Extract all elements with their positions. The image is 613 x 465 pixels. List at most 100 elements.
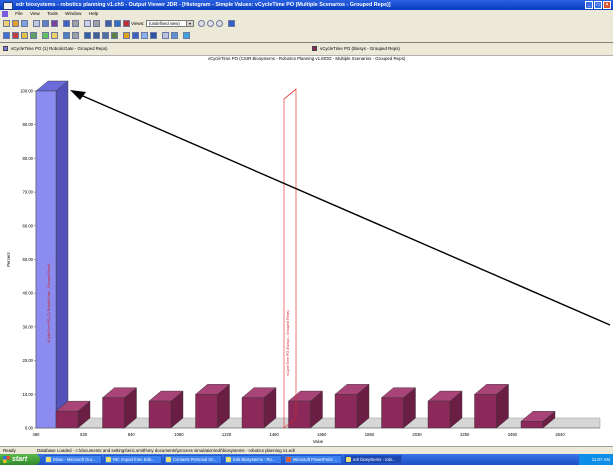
y-tick-label: 60.00: [23, 223, 34, 228]
dropdown-icon[interactable]: [72, 32, 79, 39]
start-label: start: [12, 456, 28, 463]
bar-series2: [241, 397, 265, 429]
taskbar: start Inbox - Microsoft Out... RE: Impor…: [0, 454, 613, 465]
add-icon[interactable]: [42, 32, 49, 39]
print-icon[interactable]: [171, 32, 178, 39]
x-tick-label: 2030: [412, 432, 422, 437]
bar-series2: [520, 421, 544, 429]
histogram-icon[interactable]: [93, 32, 100, 39]
menu-file[interactable]: File: [15, 11, 22, 16]
y-tick-label: 10.00: [23, 392, 34, 397]
bar-series1-side: [55, 80, 69, 429]
pointer-icon[interactable]: [63, 32, 70, 39]
layout-icon[interactable]: [141, 32, 148, 39]
scale-icon[interactable]: [30, 32, 37, 39]
app-icon: [226, 457, 231, 462]
menu-help[interactable]: Help: [89, 11, 98, 16]
task-edit-biosystems[interactable]: Edit Biosystems - Ro...: [224, 455, 282, 464]
minimize-button[interactable]: _: [585, 1, 593, 9]
menu-tools[interactable]: Tools: [47, 11, 58, 16]
stop-icon[interactable]: [123, 20, 130, 27]
bar-series2: [474, 394, 497, 429]
bar-series2: [427, 400, 451, 429]
x-tick-label: 1650: [317, 432, 327, 437]
annotation-label-2: vCycleTime PO (Biosys - Grouped Reps): [286, 310, 290, 375]
folder-icon[interactable]: [12, 20, 19, 27]
task-import[interactable]: RE: Import from Edit...: [104, 455, 162, 464]
line-chart-icon[interactable]: [84, 20, 91, 27]
menu-window[interactable]: Window: [65, 11, 81, 16]
windows-logo-icon: [3, 456, 10, 463]
data-icon[interactable]: [150, 32, 157, 39]
edit-icon[interactable]: [21, 32, 28, 39]
close-button[interactable]: ×: [603, 1, 611, 9]
powerpoint-icon: [286, 457, 291, 462]
system-tray: 11:07 AM: [579, 454, 613, 465]
x-tick-label: 2460: [508, 432, 518, 437]
arrow-head: [70, 90, 86, 100]
bar-series2: [288, 400, 311, 429]
task-label: Contacts Personal Gr...: [173, 457, 217, 462]
legend-icon[interactable]: [132, 32, 139, 39]
menu-view[interactable]: View: [30, 11, 40, 16]
annotation-label-1: vCycleTime PO (1) RoboticGate - Grouped …: [47, 264, 51, 343]
y-tick-label: 80.00: [23, 156, 34, 161]
y-tick-label: 40.00: [23, 291, 34, 296]
status-message: Database Loaded - c:\documents and setti…: [36, 448, 296, 453]
y-tick-label: 50.00: [23, 257, 34, 262]
bar-series2: [381, 397, 404, 429]
filter-icon[interactable]: [12, 32, 19, 39]
chart-window: vCycleTime PO (1) RoboticGate - Grouped …: [0, 42, 613, 447]
bar-series2: [195, 394, 218, 429]
start-button[interactable]: start: [0, 454, 40, 465]
reference-bar-outline: [283, 88, 297, 429]
area-chart-icon[interactable]: [102, 32, 109, 39]
y-tick-label: 70.00: [23, 190, 34, 195]
y-axis-label: Percent: [6, 251, 11, 266]
x-tick-label: 1060: [174, 432, 184, 437]
y-tick-label: 20.00: [23, 358, 34, 363]
chart-type-icon[interactable]: [84, 32, 91, 39]
maximize-button[interactable]: □: [594, 1, 602, 9]
bar-chart-icon[interactable]: [63, 20, 70, 27]
zoom-icon[interactable]: [51, 32, 58, 39]
task-powerpoint[interactable]: Microsoft PowerPoint ...: [284, 455, 342, 464]
refresh-icon[interactable]: [183, 32, 190, 39]
properties-icon[interactable]: [105, 20, 112, 27]
dropdown-icon[interactable]: [72, 20, 79, 27]
record-icon[interactable]: [216, 20, 223, 27]
arrow-line: [75, 92, 611, 326]
bar-series2: [55, 410, 79, 429]
outlook-icon: [46, 457, 51, 462]
sigma-icon[interactable]: [111, 32, 118, 39]
clock: 11:07 AM: [591, 457, 610, 462]
record-icon[interactable]: [207, 20, 214, 27]
grid-icon[interactable]: [42, 20, 49, 27]
task-label: Microsoft PowerPoint ...: [293, 457, 338, 462]
x-axis-label: Value: [313, 439, 324, 444]
help-icon[interactable]: [228, 20, 235, 27]
app-icon: [3, 2, 13, 10]
x-tick-label: 1220: [222, 432, 232, 437]
chart-icon[interactable]: [51, 20, 58, 27]
task-edr-biosystems[interactable]: edr biosystems - robi...: [344, 455, 402, 464]
task-inbox[interactable]: Inbox - Microsoft Out...: [44, 455, 102, 464]
save-icon[interactable]: [21, 20, 28, 27]
export-icon[interactable]: [114, 20, 121, 27]
open-icon[interactable]: [3, 20, 10, 27]
views-select[interactable]: (undefined view) ▾: [146, 20, 194, 27]
x-tick-label: 2250: [460, 432, 470, 437]
task-label: edr biosystems - robi...: [353, 457, 396, 462]
task-contacts[interactable]: Contacts Personal Gr...: [164, 455, 222, 464]
title-bar: edr biosystems - robotics planning v1.ch…: [0, 0, 613, 10]
copy-icon[interactable]: [162, 32, 169, 39]
dropdown-icon[interactable]: [93, 20, 100, 27]
y-tick-label: 30.00: [23, 324, 34, 329]
highlight-icon[interactable]: [123, 32, 130, 39]
view-icon[interactable]: [3, 32, 10, 39]
contacts-icon: [166, 457, 171, 462]
table-icon[interactable]: [33, 20, 40, 27]
app-icon: [346, 457, 351, 462]
bar-series2: [148, 400, 172, 429]
record-icon[interactable]: [198, 20, 205, 27]
